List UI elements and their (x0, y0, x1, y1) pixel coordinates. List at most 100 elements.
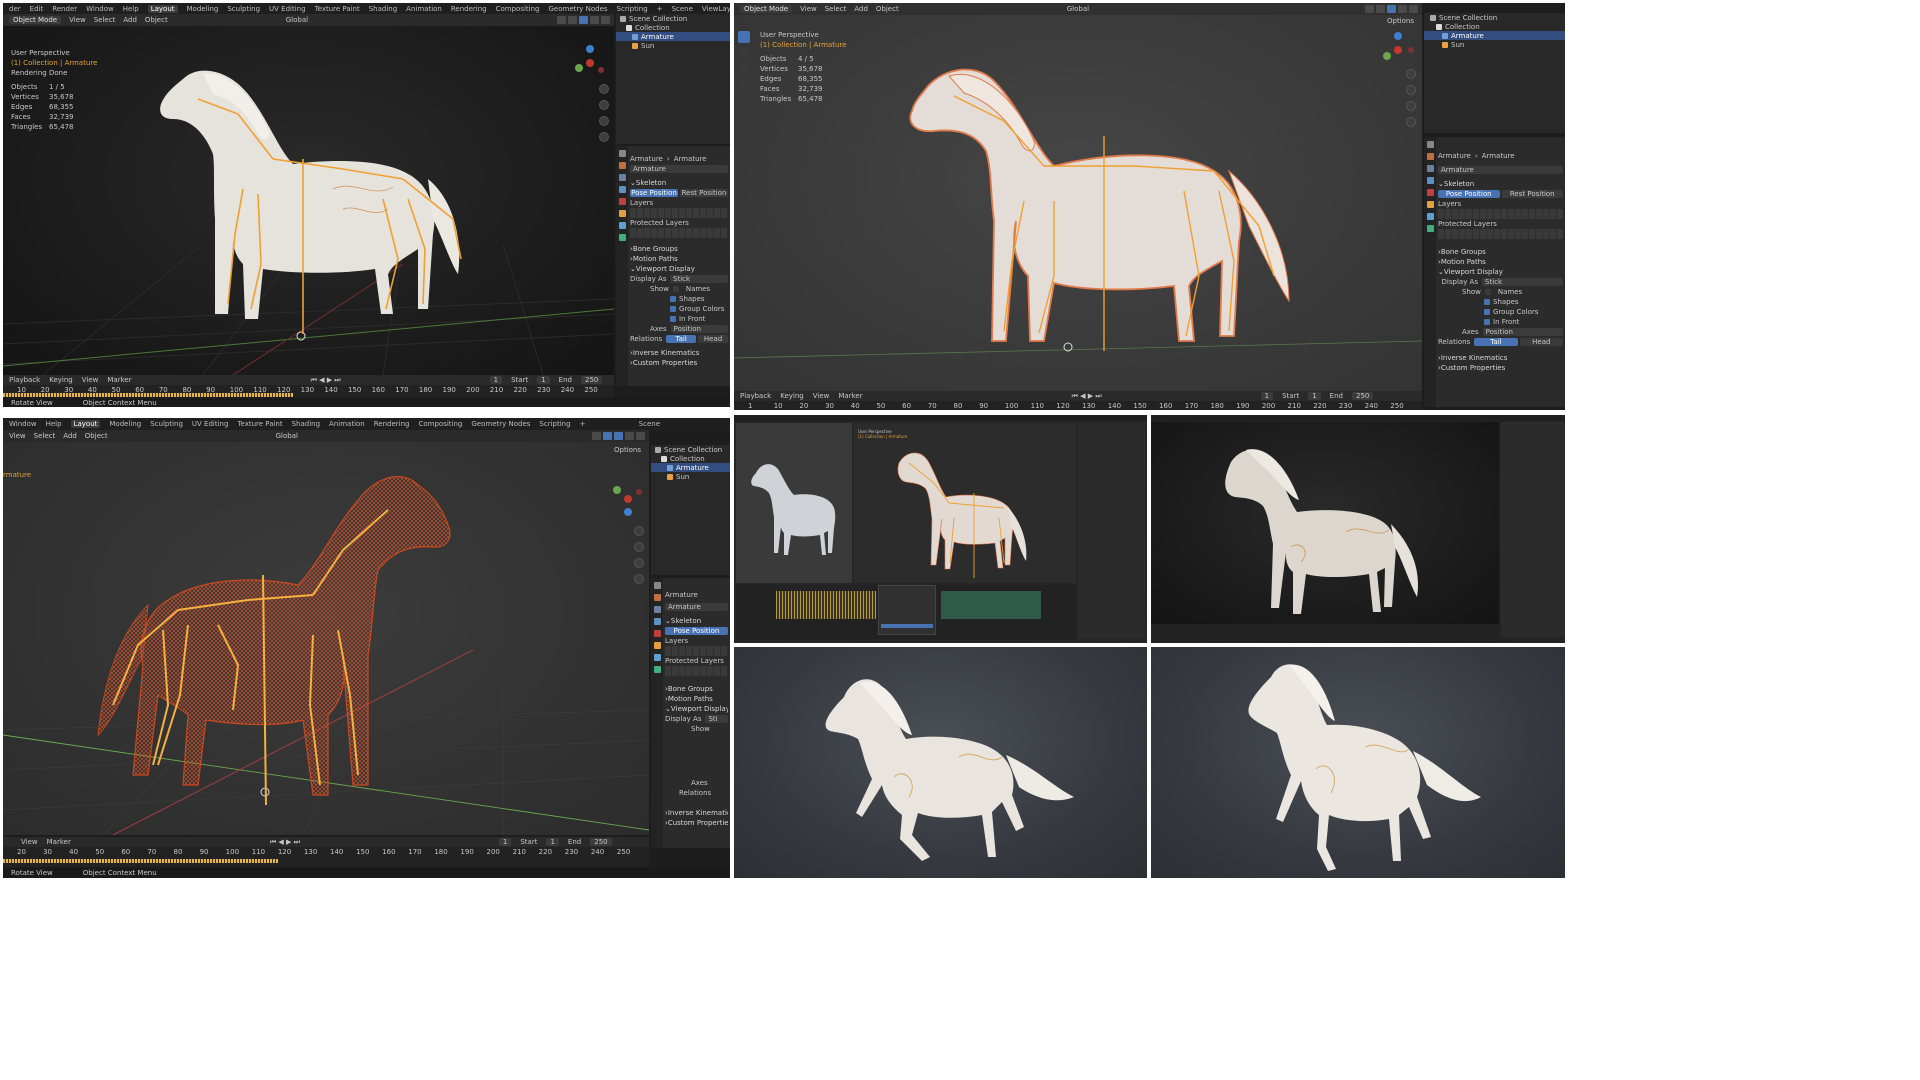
grid-toggle-icon[interactable] (599, 132, 609, 142)
display-as-dropdown[interactable]: Stick (670, 275, 728, 283)
3d-viewport[interactable]: View Select Add Object Global Options rm… (3, 430, 649, 835)
marker-menu[interactable]: Marker (107, 376, 131, 384)
armature-data-tab-icon[interactable] (618, 234, 626, 241)
world-tab-icon[interactable] (653, 630, 661, 637)
motion-paths-section[interactable]: › Motion Paths (630, 254, 728, 264)
display-as-dropdown[interactable]: Stick (1482, 278, 1563, 286)
horse-model[interactable] (143, 59, 483, 359)
motion-paths-section[interactable]: › Motion Paths (1438, 257, 1563, 267)
grid-toggle-icon[interactable] (1406, 117, 1416, 127)
outliner-collection[interactable]: Collection (616, 23, 730, 32)
outliner-sun[interactable]: Sun (651, 472, 730, 481)
constraints-tab-icon[interactable] (653, 654, 661, 661)
show-shapes-checkbox[interactable]: Shapes (630, 294, 728, 304)
pan-hand-icon[interactable] (1406, 85, 1416, 95)
viewport-display-section[interactable]: ⌄ Viewport Display (665, 704, 728, 714)
textured-viewport[interactable] (1151, 422, 1499, 624)
custom-properties-section[interactable]: › Custom Properties (665, 818, 728, 828)
custom-properties-section[interactable]: › Custom Properties (630, 358, 728, 368)
menu-window[interactable]: Window (9, 420, 37, 428)
timeline-view-menu[interactable]: View (21, 838, 38, 846)
object-tab-icon[interactable] (1426, 201, 1434, 208)
inverse-kinematics-section[interactable]: › Inverse Kinematics (665, 808, 728, 818)
outliner-sun[interactable]: Sun (616, 41, 730, 50)
keyframe-strip[interactable] (3, 393, 293, 397)
view-layer-selector[interactable]: ViewLayer (702, 5, 730, 13)
protected-layers-grid[interactable] (630, 228, 728, 238)
layers-grid[interactable] (665, 646, 728, 656)
outliner-sun[interactable]: Sun (1424, 40, 1565, 49)
zoom-icon[interactable] (1406, 69, 1416, 79)
custom-properties-section[interactable]: › Custom Properties (1438, 363, 1563, 373)
tab-scripting[interactable]: Scripting (539, 420, 570, 428)
navigation-gizmo[interactable] (571, 44, 609, 82)
pan-hand-icon[interactable] (634, 542, 644, 552)
tool-tab-icon[interactable] (653, 582, 661, 589)
thumb-timeline[interactable] (1151, 625, 1499, 643)
output-tab-icon[interactable] (1426, 165, 1434, 172)
dope-sheet-editor[interactable] (736, 585, 1076, 640)
viewport-display-section[interactable]: ⌄ Viewport Display (1438, 267, 1563, 277)
tab-rendering[interactable]: Rendering (451, 5, 487, 13)
start-frame-field[interactable]: 1 (1308, 392, 1321, 400)
start-frame-field[interactable]: 1 (546, 838, 559, 846)
world-tab-icon[interactable] (1426, 189, 1434, 196)
playback-controls[interactable]: ⏮ ◀ ▶ ⏭ (1072, 392, 1102, 401)
show-names-row[interactable]: Show Names (630, 284, 728, 294)
3d-viewport[interactable]: Object Mode View Select Add Object Globa… (734, 3, 1422, 391)
relations-tail-button[interactable]: Tail (666, 335, 697, 343)
axes-position-field[interactable]: Position (670, 325, 728, 333)
current-frame-field[interactable]: 1 (489, 376, 503, 384)
skeleton-section[interactable]: ⌄ Skeleton (1438, 179, 1563, 189)
horse-model-selected[interactable] (894, 51, 1314, 361)
tab-modeling[interactable]: Modeling (187, 5, 219, 13)
outliner-collection[interactable]: Collection (651, 454, 730, 463)
end-frame-field[interactable]: 250 (590, 838, 612, 846)
tab-scripting[interactable]: Scripting (617, 5, 648, 13)
zoom-icon[interactable] (599, 84, 609, 94)
tab-compositing[interactable]: Compositing (418, 420, 462, 428)
pose-position-button[interactable]: Pose Position (1438, 190, 1500, 198)
horse-wireframe-model[interactable] (88, 465, 468, 825)
keyframe-block[interactable] (776, 591, 876, 619)
camera-view-icon[interactable] (1406, 101, 1416, 111)
armature-data-tab-icon[interactable] (653, 666, 661, 673)
menu-render[interactable]: Render (52, 5, 77, 13)
output-tab-icon[interactable] (653, 606, 661, 613)
bone-groups-section[interactable]: › Bone Groups (630, 244, 728, 254)
tool-tab-icon[interactable] (1426, 141, 1434, 148)
protected-layers-grid[interactable] (665, 666, 728, 676)
menu-help[interactable]: Help (123, 5, 139, 13)
outliner-armature[interactable]: Armature (616, 32, 730, 41)
scene-selector[interactable]: Scene (672, 5, 693, 13)
world-tab-icon[interactable] (618, 198, 626, 205)
tab-uv-editing[interactable]: UV Editing (192, 420, 229, 428)
tab-layout[interactable]: Layout (70, 420, 101, 428)
3d-viewport[interactable]: Object Mode View Select Add Object Globa… (3, 14, 614, 375)
display-as-dropdown[interactable]: Sti (705, 715, 728, 723)
keyframe-strip[interactable] (3, 859, 278, 863)
outliner-collection[interactable]: Collection (1424, 22, 1565, 31)
show-shapes-checkbox[interactable]: Shapes (1438, 297, 1563, 307)
inverse-kinematics-section[interactable]: › Inverse Kinematics (630, 348, 728, 358)
constraints-tab-icon[interactable] (618, 222, 626, 229)
scene-selector[interactable]: Scene (639, 420, 730, 428)
skeleton-section[interactable]: ⌄ Skeleton (630, 178, 728, 188)
tab-uv-editing[interactable]: UV Editing (269, 5, 306, 13)
outliner-scene-collection[interactable]: Scene Collection (616, 14, 730, 23)
scene-tab-icon[interactable] (1426, 177, 1434, 184)
bone-groups-section[interactable]: › Bone Groups (665, 684, 728, 694)
playback-controls[interactable]: ⏮ ◀ ▶ ⏭ (270, 838, 300, 847)
menu-edit[interactable]: Edit (30, 5, 44, 13)
relations-head-button[interactable]: Head (698, 335, 728, 343)
relations-tail-button[interactable]: Tail (1474, 338, 1518, 346)
show-names-row[interactable]: Show Names (1438, 287, 1563, 297)
outliner-armature[interactable]: Armature (1424, 31, 1565, 40)
output-tab-icon[interactable] (618, 174, 626, 181)
rest-position-button[interactable]: Rest Position (1501, 190, 1563, 198)
tab-modeling[interactable]: Modeling (109, 420, 141, 428)
outliner-armature[interactable]: Armature (651, 463, 730, 472)
show-group-colors-checkbox[interactable]: Group Colors (1438, 307, 1563, 317)
animation-viewport[interactable]: User Perspective (1) Collection | Armatu… (854, 423, 1076, 583)
tab-geometry-nodes[interactable]: Geometry Nodes (549, 5, 608, 13)
